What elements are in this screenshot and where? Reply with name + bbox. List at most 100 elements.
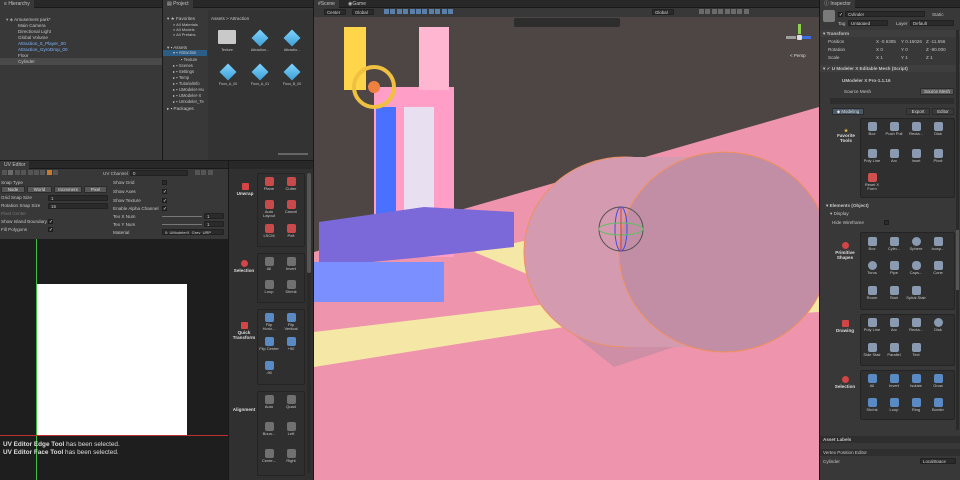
show-island-checkbox[interactable]: ✓ — [48, 219, 53, 225]
hierarchy-tab[interactable]: ≡ Hierarchy — [0, 0, 34, 8]
shading-icon[interactable] — [699, 9, 704, 15]
align-left-tool[interactable]: Left — [281, 421, 301, 443]
packages-header[interactable]: ▸ ▪ Packages — [163, 105, 207, 112]
material-select[interactable]: 0: UModelerX_Grey_URP — [162, 229, 224, 235]
shape-sphere[interactable]: Sphere — [906, 236, 926, 258]
select-invert-tool[interactable]: Invert — [281, 256, 301, 278]
align-quad-tool[interactable]: Quad — [281, 394, 301, 416]
vertex-mode-icon[interactable] — [33, 170, 39, 176]
static-label[interactable]: Static — [932, 12, 944, 17]
cancel-tool[interactable]: Cancel — [281, 199, 301, 221]
vertex-space-dropdown[interactable]: LocalSpace — [920, 458, 956, 464]
draw-side-stair[interactable]: Side Stair — [862, 342, 882, 364]
shape-icosphere[interactable]: Icosp... — [928, 236, 948, 258]
lscm-tool[interactable]: LSCM — [259, 223, 279, 245]
layout-icon[interactable] — [195, 170, 200, 176]
layer-dropdown[interactable]: Default — [910, 20, 954, 26]
sel-loop[interactable]: Loop — [884, 397, 904, 419]
global-dropdown[interactable]: Global — [652, 9, 674, 15]
vertex-icon[interactable] — [428, 9, 434, 15]
gizmos-icon[interactable] — [743, 9, 749, 15]
edge-mode-icon[interactable] — [40, 170, 46, 176]
rotate-plus-90-tool[interactable]: +90 — [281, 336, 301, 358]
favorites-item[interactable]: ⌕ All Prefabs — [163, 31, 207, 38]
sel-invert[interactable]: Invert — [884, 373, 904, 395]
sel-isolate[interactable]: Isolate — [906, 373, 926, 395]
tex-y-slider[interactable] — [162, 224, 202, 225]
shape-box[interactable]: Box — [862, 236, 882, 258]
move-tool-icon[interactable] — [396, 9, 402, 15]
snap-world-button[interactable]: World — [27, 186, 52, 193]
pivot-tool[interactable]: Pivot — [928, 148, 948, 170]
scale-y[interactable]: Y 1 — [901, 55, 908, 60]
asset-prefab[interactable]: Floor_B_00 — [280, 62, 304, 92]
draw-arc[interactable]: Arc — [884, 317, 904, 339]
rotate-minus-90-tool[interactable]: -90 — [259, 360, 279, 382]
vertex-editor-header[interactable]: Vertex Position Editor — [820, 449, 960, 456]
position-x[interactable]: X -0.6385 — [876, 39, 896, 44]
grid-snap-icon[interactable] — [384, 9, 389, 15]
flip-horizontal-tool[interactable]: Flip Horiz... — [259, 312, 279, 334]
align-bounds-tool[interactable]: Boun... — [259, 421, 279, 443]
game-tab[interactable]: ◉Game — [344, 0, 370, 8]
hand-icon[interactable] — [2, 170, 7, 176]
arc-tool[interactable]: Arc — [884, 148, 904, 170]
snap-increment-button[interactable]: Increment — [54, 186, 82, 193]
elements-header[interactable]: ▾ Elements (Object) — [820, 202, 960, 209]
show-axes-checkbox[interactable]: ✓ — [162, 189, 167, 195]
gear-icon[interactable] — [207, 170, 213, 176]
uv-canvas[interactable]: UV Editor Edge Tool has been selected. U… — [0, 239, 228, 480]
asset-prefab[interactable]: Attractio... — [280, 28, 304, 58]
draw-text[interactable]: Text — [906, 342, 926, 364]
rect-tool-icon[interactable] — [415, 9, 421, 15]
rotation-y[interactable]: Y 0 — [901, 47, 908, 52]
grid-snap-field[interactable]: 1 — [48, 195, 108, 201]
flip-center-tool[interactable]: Flip Center — [259, 336, 279, 358]
active-checkbox[interactable]: ✓ — [838, 12, 843, 18]
source-mesh-button[interactable]: Source Mesh — [920, 88, 954, 95]
hierarchy-item-selected[interactable]: Cylinder — [0, 58, 162, 65]
2d-icon[interactable] — [705, 9, 711, 15]
object-mode-icon[interactable] — [53, 170, 59, 176]
push-pull-tool[interactable]: Push Pull — [884, 121, 904, 143]
sel-shrink[interactable]: Shrink — [862, 397, 882, 419]
shape-pipe[interactable]: Pipe — [884, 260, 904, 282]
scale-z[interactable]: Z 1 — [926, 55, 933, 60]
inset-tool[interactable]: Inset — [906, 148, 926, 170]
asset-labels-header[interactable]: Asset Labels — [820, 436, 960, 443]
audio-icon[interactable] — [718, 9, 724, 15]
sel-border[interactable]: Border — [928, 397, 948, 419]
project-tab[interactable]: ▤ Project — [163, 0, 193, 8]
cutter-tool[interactable]: Cutter — [281, 176, 301, 198]
align-auto-tool[interactable]: Auto — [259, 394, 279, 416]
face-mode-icon[interactable] — [46, 170, 52, 176]
scene-viewport[interactable] — [314, 27, 819, 480]
shape-room[interactable]: Room — [862, 285, 882, 307]
tools-scrollbar[interactable] — [307, 173, 311, 473]
face-icon[interactable] — [441, 9, 447, 15]
select-all-tool[interactable]: All — [259, 256, 279, 278]
enable-alpha-checkbox[interactable]: ✓ — [162, 206, 167, 212]
zoom-slider[interactable] — [278, 153, 308, 155]
rectangle-tool[interactable]: Recta... — [906, 121, 926, 143]
asset-prefab[interactable]: Attraction... — [248, 28, 272, 58]
display-header[interactable]: ▾ Display — [820, 210, 960, 217]
tex-x-field[interactable]: 1 — [204, 213, 224, 219]
tex-x-slider[interactable] — [162, 216, 202, 217]
rotate-icon[interactable] — [14, 170, 20, 176]
tag-dropdown[interactable]: Untagged — [848, 20, 888, 26]
draw-rectangle[interactable]: Recta... — [906, 317, 926, 339]
transform-tool-icon[interactable] — [422, 9, 428, 15]
sel-all[interactable]: All — [862, 373, 882, 395]
orientation-gizmo[interactable] — [786, 24, 812, 50]
rect-icon[interactable] — [27, 170, 33, 176]
draw-poly-line[interactable]: Poly Line — [862, 317, 882, 339]
edge-icon[interactable] — [435, 9, 441, 15]
persp-label[interactable]: < Persp — [790, 53, 806, 58]
box-tool[interactable]: Box — [862, 121, 882, 143]
align-center-tool[interactable]: Cente... — [259, 448, 279, 470]
rotation-x[interactable]: X 0 — [876, 47, 883, 52]
effects-icon[interactable] — [724, 9, 730, 15]
inspector-tab[interactable]: ⓘ Inspector — [820, 0, 855, 8]
umodeler-component-header[interactable]: ▾ ✓ U Modeler X Editable Mesh (Script) — [820, 65, 960, 72]
